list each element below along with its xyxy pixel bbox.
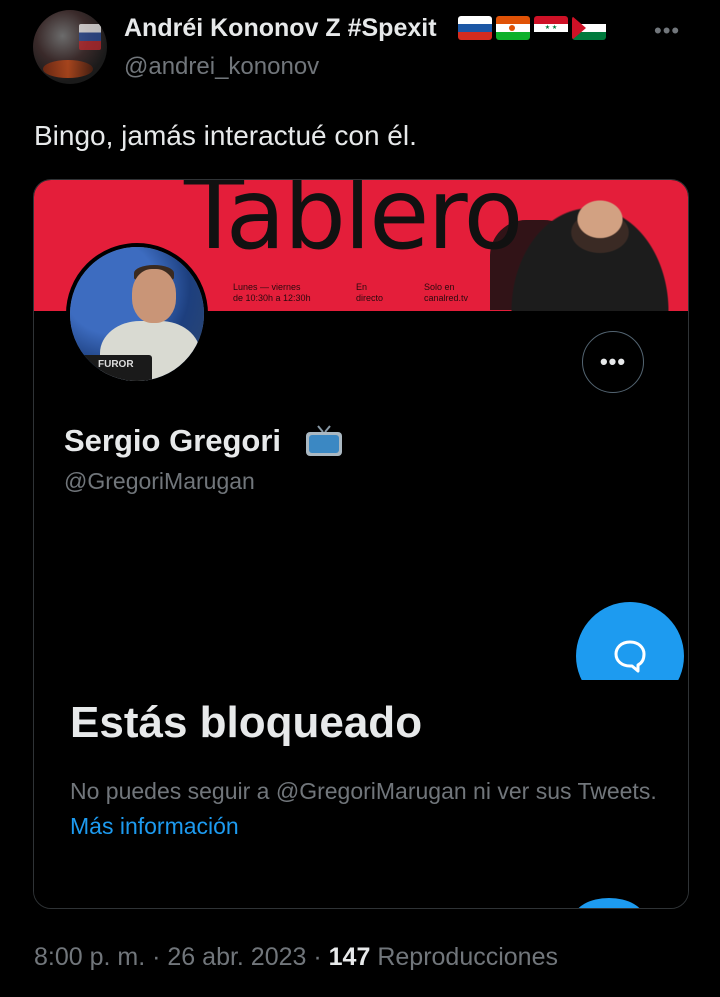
banner-info-schedule: Lunes — viernes de 10:30h a 12:30h bbox=[233, 282, 311, 303]
banner-info-live: En directo bbox=[356, 282, 384, 303]
tweet-more-icon[interactable]: ••• bbox=[654, 18, 680, 44]
profile-more-button[interactable]: ••• bbox=[582, 331, 644, 393]
flag-emojis: ★ ★ bbox=[458, 16, 606, 40]
blocked-title: Estás bloqueado bbox=[70, 698, 423, 747]
meta-separator: · bbox=[152, 943, 161, 971]
message-bubble-icon bbox=[614, 640, 646, 673]
banner-person-photo bbox=[490, 180, 688, 311]
avatar-laptop-label: FUROR bbox=[98, 359, 134, 370]
flag-syria-icon: ★ ★ bbox=[534, 16, 568, 40]
flag-niger-icon bbox=[496, 16, 530, 40]
views-count: 147 bbox=[328, 943, 371, 971]
avatar-flag-detail bbox=[79, 24, 101, 50]
more-info-link[interactable]: Más información bbox=[70, 813, 239, 839]
author-avatar[interactable] bbox=[33, 10, 107, 84]
embedded-screenshot[interactable]: Tablero Lunes — viernes de 10:30h a 12:3… bbox=[33, 179, 689, 909]
flag-palestine-icon bbox=[572, 16, 606, 40]
blocked-message: No puedes seguir a @GregoriMarugan ni ve… bbox=[70, 778, 657, 839]
tv-icon bbox=[306, 425, 342, 456]
profile-name: Sergio Gregori bbox=[64, 423, 282, 458]
tweet-date[interactable]: 26 abr. 2023 bbox=[167, 943, 306, 971]
avatar-glow-detail bbox=[43, 60, 93, 78]
views-label[interactable]: Reproducciones bbox=[377, 943, 558, 971]
profile-handle: @GregoriMarugan bbox=[64, 468, 255, 494]
author-handle[interactable]: @andrei_kononov bbox=[124, 53, 319, 81]
banner-title: Tablero bbox=[184, 180, 524, 272]
tweet-meta: 8:00 p. m. · 26 abr. 2023 · 147 Reproduc… bbox=[34, 943, 558, 972]
tweet-text: Bingo, jamás interactué con él. bbox=[34, 120, 417, 151]
tweet-time[interactable]: 8:00 p. m. bbox=[34, 943, 145, 971]
author-name[interactable]: Andréi Kononov Z #Spexit bbox=[124, 14, 437, 43]
banner-info-channel: Solo en canalred.tv bbox=[424, 282, 469, 303]
flag-russia-icon bbox=[458, 16, 492, 40]
meta-separator-2: · bbox=[313, 943, 322, 971]
profile-avatar[interactable]: FUROR bbox=[66, 243, 208, 385]
